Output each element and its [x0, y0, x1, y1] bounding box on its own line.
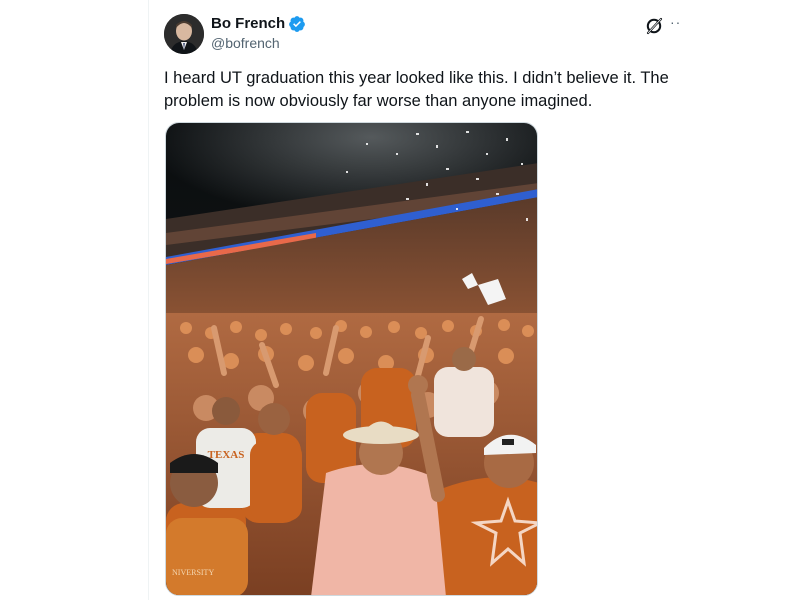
more-options-icon[interactable]: ··	[670, 14, 688, 34]
author-display-name[interactable]: Bo French	[211, 14, 285, 34]
page: Bo French @bofrench ·· I heard UT gradua…	[0, 0, 800, 600]
avatar[interactable]	[164, 14, 204, 54]
verified-badge-icon	[288, 15, 306, 33]
grok-icon[interactable]	[644, 16, 664, 36]
author-name-row[interactable]: Bo French	[211, 14, 306, 34]
shirt-text: TEXAS	[208, 449, 245, 461]
stadium-crowd-image: TEXAS NIVERSITY	[166, 123, 537, 595]
avatar-image	[164, 14, 204, 54]
tweet[interactable]: Bo French @bofrench ·· I heard UT gradua…	[148, 0, 688, 600]
tweet-text: I heard UT graduation this year looked l…	[164, 69, 669, 110]
tweet-photo[interactable]: TEXAS NIVERSITY	[165, 122, 538, 596]
corner-shirt-text: NIVERSITY	[172, 568, 214, 577]
author-handle[interactable]: @bofrench	[211, 34, 280, 52]
